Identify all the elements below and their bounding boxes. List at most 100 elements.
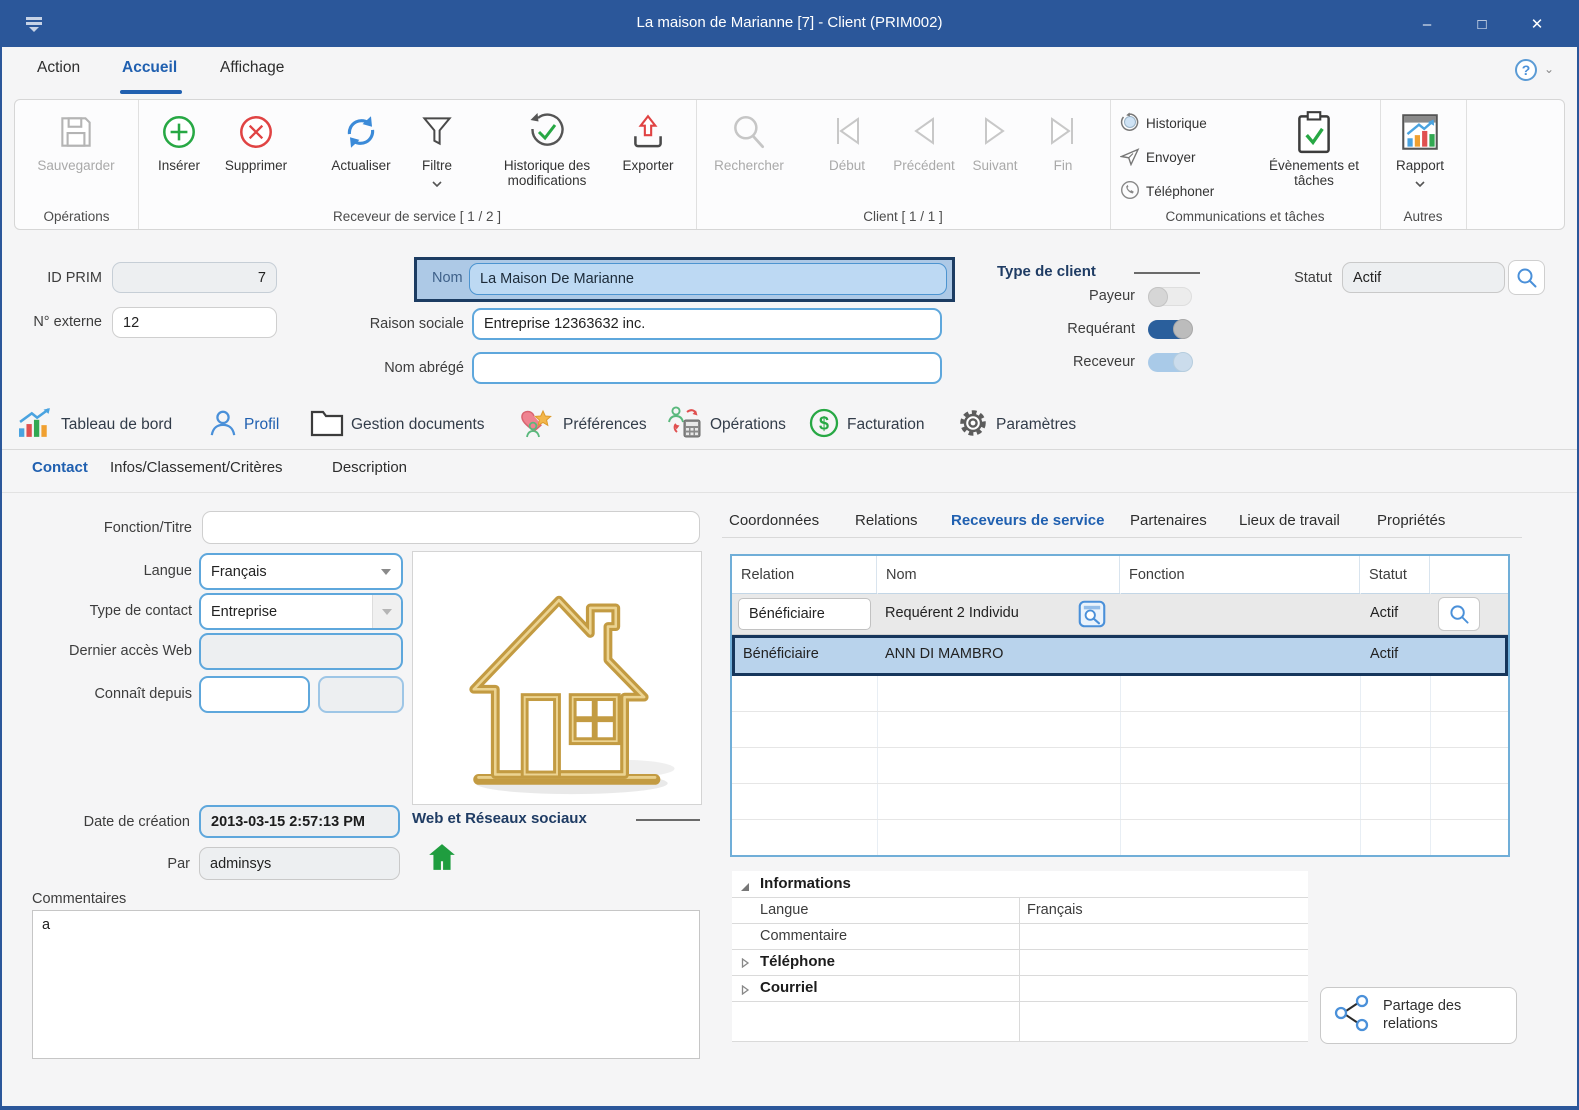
- rtab-partenaires[interactable]: Partenaires: [1130, 512, 1207, 529]
- menu-tab-affichage[interactable]: Affichage: [220, 59, 284, 77]
- info-section-courriel[interactable]: Courriel: [760, 979, 818, 996]
- previous-button[interactable]: Précédent: [880, 106, 968, 173]
- rtab-relations[interactable]: Relations: [855, 512, 918, 529]
- modification-history-button[interactable]: Historique des modifications: [484, 106, 610, 189]
- next-button[interactable]: Suivant: [962, 106, 1028, 173]
- type-client-heading: Type de client: [997, 263, 1096, 280]
- langue-select[interactable]: Français: [199, 553, 403, 590]
- chevron-down-icon[interactable]: ⌄: [1544, 62, 1554, 76]
- search-button[interactable]: Rechercher: [700, 106, 798, 173]
- help-icon[interactable]: ?: [1515, 59, 1537, 81]
- maximize-button[interactable]: □: [1460, 8, 1504, 40]
- fonction-titre-field[interactable]: [202, 511, 700, 544]
- chevron-down-icon: [381, 569, 391, 575]
- refresh-button[interactable]: Actualiser: [316, 106, 406, 173]
- menu-tab-accueil[interactable]: Accueil: [122, 59, 177, 77]
- column-header-nom[interactable]: Nom: [877, 556, 1120, 593]
- statut-search-button[interactable]: [1508, 260, 1545, 295]
- events-tasks-button[interactable]: Évènements et tâches: [1258, 106, 1370, 189]
- type-contact-label: Type de contact: [22, 603, 192, 619]
- export-icon: [608, 106, 688, 158]
- heading-rule: [1134, 272, 1200, 274]
- info-row-value[interactable]: Français: [1027, 902, 1083, 918]
- previous-icon: [880, 106, 968, 158]
- subtab-contact[interactable]: Contact: [32, 459, 88, 476]
- collapse-triangle-icon[interactable]: [740, 879, 750, 897]
- nom-field[interactable]: La Maison De Marianne: [469, 263, 947, 295]
- tab-profil[interactable]: Profil: [209, 404, 279, 446]
- rtab-coordonnees[interactable]: Coordonnées: [729, 512, 819, 529]
- nom-abrege-field[interactable]: [472, 352, 942, 384]
- report-button[interactable]: Rapport: [1380, 106, 1460, 192]
- expand-triangle-icon[interactable]: [740, 982, 750, 1000]
- chevron-down-icon: [407, 174, 467, 192]
- expand-triangle-icon[interactable]: [740, 955, 750, 973]
- connait-depuis-field-2[interactable]: [318, 676, 404, 713]
- close-button[interactable]: ✕: [1515, 8, 1559, 40]
- subtab-infos-classement[interactable]: Infos/Classement/Critères: [110, 459, 283, 476]
- info-row-label: Langue: [760, 902, 808, 918]
- client-photo[interactable]: [412, 551, 702, 805]
- table-row-editing[interactable]: Bénéficiaire Requérent 2 Individu Actif: [732, 594, 1508, 635]
- column-header-fonction[interactable]: Fonction: [1120, 556, 1360, 593]
- no-externe-label: N° externe: [2, 314, 102, 330]
- ribbon-group-label: Receveur de service [ 1 / 2 ]: [138, 209, 696, 224]
- payeur-toggle[interactable]: [1148, 287, 1192, 306]
- tab-parametres[interactable]: Paramètres: [957, 404, 1076, 446]
- minimize-button[interactable]: –: [1405, 8, 1449, 40]
- phone-button[interactable]: Téléphoner: [1120, 180, 1214, 203]
- fonction-titre-label: Fonction/Titre: [42, 520, 192, 536]
- receveur-toggle[interactable]: [1148, 353, 1192, 372]
- operations-icon: [665, 406, 703, 445]
- preview-record-icon[interactable]: [1078, 600, 1106, 633]
- send-button[interactable]: Envoyer: [1120, 146, 1196, 169]
- info-section-informations[interactable]: Informations: [760, 875, 851, 892]
- website-house-icon[interactable]: [427, 842, 457, 877]
- type-contact-select[interactable]: Entreprise: [199, 593, 403, 630]
- tab-operations[interactable]: Opérations: [665, 404, 786, 446]
- last-button[interactable]: Fin: [1037, 106, 1089, 173]
- tab-preferences[interactable]: Préférences: [518, 404, 647, 446]
- table-row-selected[interactable]: Bénéficiaire ANN DI MAMBRO Actif: [732, 635, 1508, 676]
- tab-tableau-de-bord[interactable]: Tableau de bord: [16, 404, 172, 446]
- requerant-toggle[interactable]: [1148, 320, 1192, 339]
- statut-field[interactable]: Actif: [1342, 262, 1505, 293]
- column-header-statut[interactable]: Statut: [1360, 556, 1430, 593]
- nom-abrege-label: Nom abrégé: [302, 360, 464, 376]
- first-button[interactable]: Début: [817, 106, 877, 173]
- window-title: La maison de Marianne [7] - Client (PRIM…: [2, 14, 1577, 31]
- relation-cell-editor[interactable]: Bénéficiaire: [738, 598, 871, 630]
- insert-button[interactable]: Insérer: [144, 106, 214, 173]
- par-field[interactable]: adminsys: [199, 847, 400, 880]
- info-section-telephone[interactable]: Téléphone: [760, 953, 835, 970]
- history-button[interactable]: Historique: [1120, 112, 1207, 135]
- commentaires-textarea[interactable]: a: [32, 910, 700, 1059]
- export-button[interactable]: Exporter: [608, 106, 688, 173]
- rtab-proprietes[interactable]: Propriétés: [1377, 512, 1445, 529]
- subtab-description[interactable]: Description: [332, 459, 407, 476]
- date-creation-field[interactable]: 2013-03-15 2:57:13 PM: [199, 805, 400, 838]
- partage-relations-button[interactable]: Partage des relations: [1320, 987, 1517, 1044]
- connait-depuis-field-1[interactable]: [199, 676, 310, 713]
- receveurs-table: Relation Nom Fonction Statut Bénéficiair…: [730, 554, 1510, 857]
- refresh-icon: [316, 106, 406, 158]
- tab-facturation[interactable]: $ Facturation: [808, 404, 925, 446]
- rtab-receveurs-de-service[interactable]: Receveurs de service: [951, 512, 1104, 529]
- column-header-relation[interactable]: Relation: [732, 556, 877, 593]
- rtab-lieux-de-travail[interactable]: Lieux de travail: [1239, 512, 1340, 529]
- save-button[interactable]: Sauvegarder: [23, 106, 129, 173]
- report-icon: [1380, 106, 1460, 158]
- subtab-divider: [2, 492, 1577, 493]
- tab-gestion-documents[interactable]: Gestion documents: [310, 404, 485, 446]
- delete-button[interactable]: Supprimer: [214, 106, 298, 173]
- id-prim-field[interactable]: 7: [112, 262, 277, 293]
- dernier-acces-field[interactable]: [199, 633, 403, 670]
- info-row-label: Commentaire: [760, 928, 847, 944]
- filter-button[interactable]: Filtre: [407, 106, 467, 192]
- row-search-button[interactable]: [1438, 597, 1480, 631]
- no-externe-field[interactable]: 12: [112, 307, 277, 338]
- statut-cell: Actif: [1370, 646, 1398, 662]
- last-icon: [1037, 106, 1089, 158]
- menu-tab-action[interactable]: Action: [37, 59, 80, 77]
- raison-sociale-field[interactable]: Entreprise 12363632 inc.: [472, 308, 942, 340]
